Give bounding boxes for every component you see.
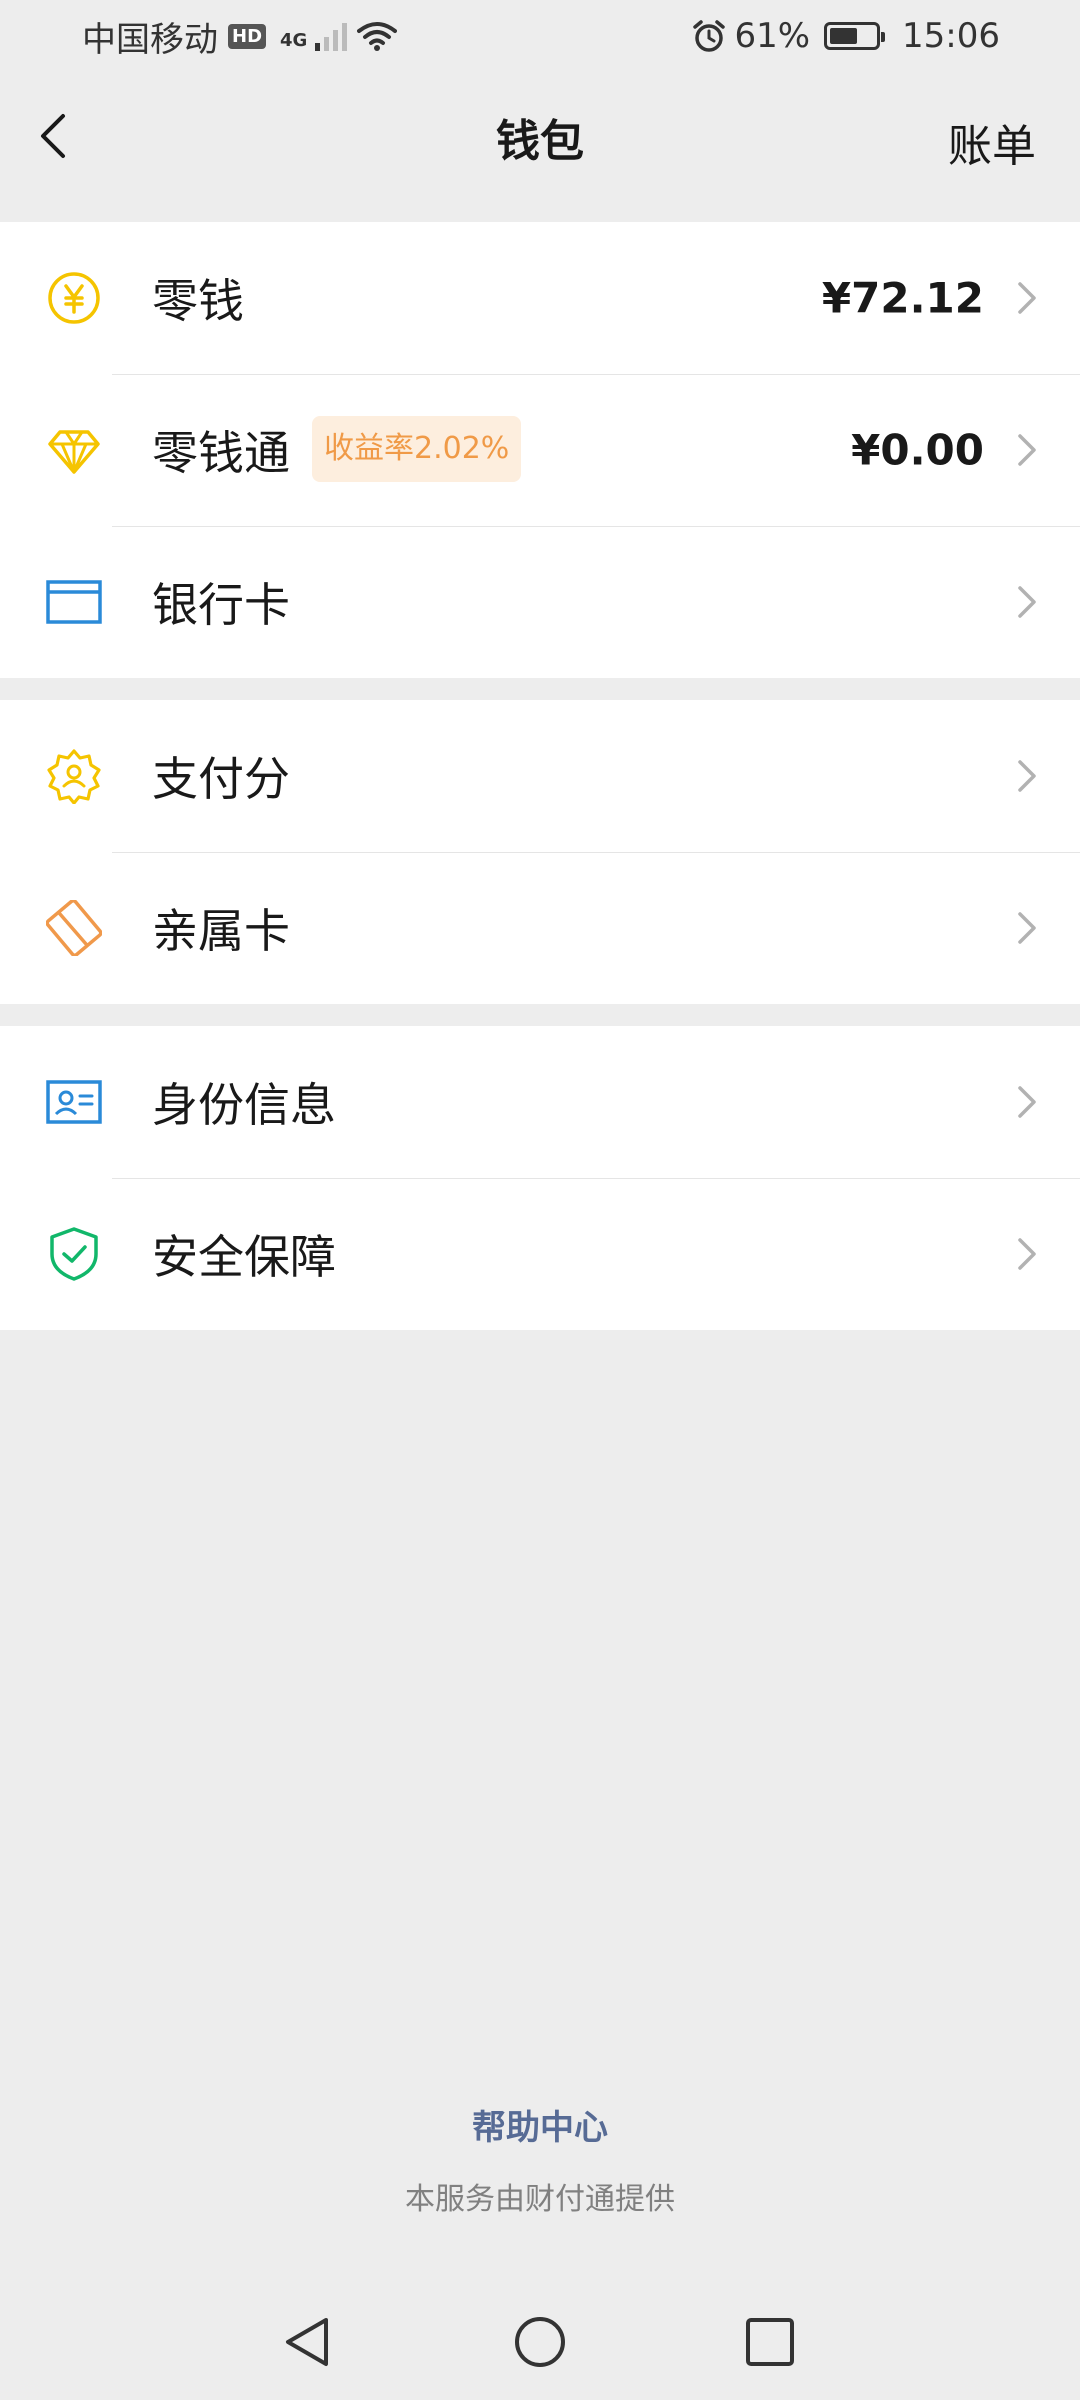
- battery-percent: 61%: [734, 16, 811, 56]
- row-change[interactable]: 零钱 ¥72.12: [0, 222, 1080, 374]
- system-nav-bar: [0, 2290, 1080, 2400]
- network-label: 4G: [280, 29, 308, 51]
- row-security-label: 安全保障: [152, 1230, 336, 1284]
- help-center-link[interactable]: 帮助中心: [0, 2100, 1080, 2149]
- row-change-value: ¥72.12: [821, 273, 984, 323]
- chevron-right-icon: [1018, 434, 1036, 466]
- nav-bar: 钱包 账单: [0, 72, 1080, 202]
- system-recents-icon[interactable]: [740, 2312, 800, 2372]
- system-home-icon[interactable]: [510, 2312, 570, 2372]
- chevron-right-icon: [1018, 760, 1036, 792]
- row-bank-card[interactable]: 银行卡: [0, 526, 1080, 678]
- pay-score-icon: [46, 748, 102, 804]
- yuan-coin-icon: [46, 270, 102, 326]
- battery-icon: [824, 22, 886, 50]
- clock: 15:06: [902, 16, 1000, 56]
- carrier-label: 中国移动: [82, 19, 218, 60]
- chevron-right-icon: [1018, 1086, 1036, 1118]
- bank-card-icon: [46, 574, 102, 630]
- wallet-group-security: 身份信息 安全保障: [0, 1026, 1080, 1330]
- yield-rate-badge: 收益率2.02%: [312, 416, 522, 482]
- status-left: 中国移动 HD 4G: [82, 12, 398, 61]
- chevron-right-icon: [1018, 282, 1036, 314]
- id-card-icon: [46, 1074, 102, 1130]
- service-provider-note: 本服务由财付通提供: [405, 2182, 675, 2217]
- hd-badge: HD: [228, 23, 267, 49]
- row-identity[interactable]: 身份信息: [0, 1026, 1080, 1178]
- page-title: 钱包: [496, 116, 584, 167]
- family-card-icon: [46, 900, 102, 956]
- row-identity-label: 身份信息: [152, 1078, 336, 1132]
- alarm-icon: [693, 20, 726, 52]
- row-pay-score-label: 支付分: [152, 752, 290, 806]
- row-change-pass-label: 零钱通: [152, 426, 290, 480]
- shield-icon: [46, 1226, 102, 1282]
- wallet-group-funds: 零钱 ¥72.12 零钱通 收益率2.02% ¥0.00 银行卡: [0, 222, 1080, 678]
- system-back-icon[interactable]: [278, 2312, 338, 2372]
- bill-button[interactable]: 账单: [948, 110, 1036, 174]
- status-right: 61% 15:06: [692, 16, 1000, 56]
- row-security[interactable]: 安全保障: [0, 1178, 1080, 1330]
- row-change-label: 零钱: [152, 274, 244, 328]
- row-bank-card-label: 银行卡: [152, 578, 290, 632]
- row-change-pass[interactable]: 零钱通 收益率2.02% ¥0.00: [0, 374, 1080, 526]
- signal-icon: [315, 23, 348, 51]
- chevron-right-icon: [1018, 586, 1036, 618]
- battery-fill: [830, 28, 857, 44]
- wifi-icon: [357, 22, 398, 51]
- row-pay-score[interactable]: 支付分: [0, 700, 1080, 852]
- row-change-pass-value: ¥0.00: [851, 425, 984, 475]
- chevron-right-icon: [1018, 1238, 1036, 1270]
- status-bar: 中国移动 HD 4G 61% 15:06: [0, 0, 1080, 72]
- row-family-card[interactable]: 亲属卡: [0, 852, 1080, 1004]
- diamond-icon: [46, 422, 102, 478]
- back-arrow-icon: [41, 114, 65, 158]
- wallet-group-services: 支付分 亲属卡: [0, 700, 1080, 1004]
- row-family-card-label: 亲属卡: [152, 904, 290, 958]
- chevron-right-icon: [1018, 912, 1036, 944]
- back-button[interactable]: [28, 106, 78, 166]
